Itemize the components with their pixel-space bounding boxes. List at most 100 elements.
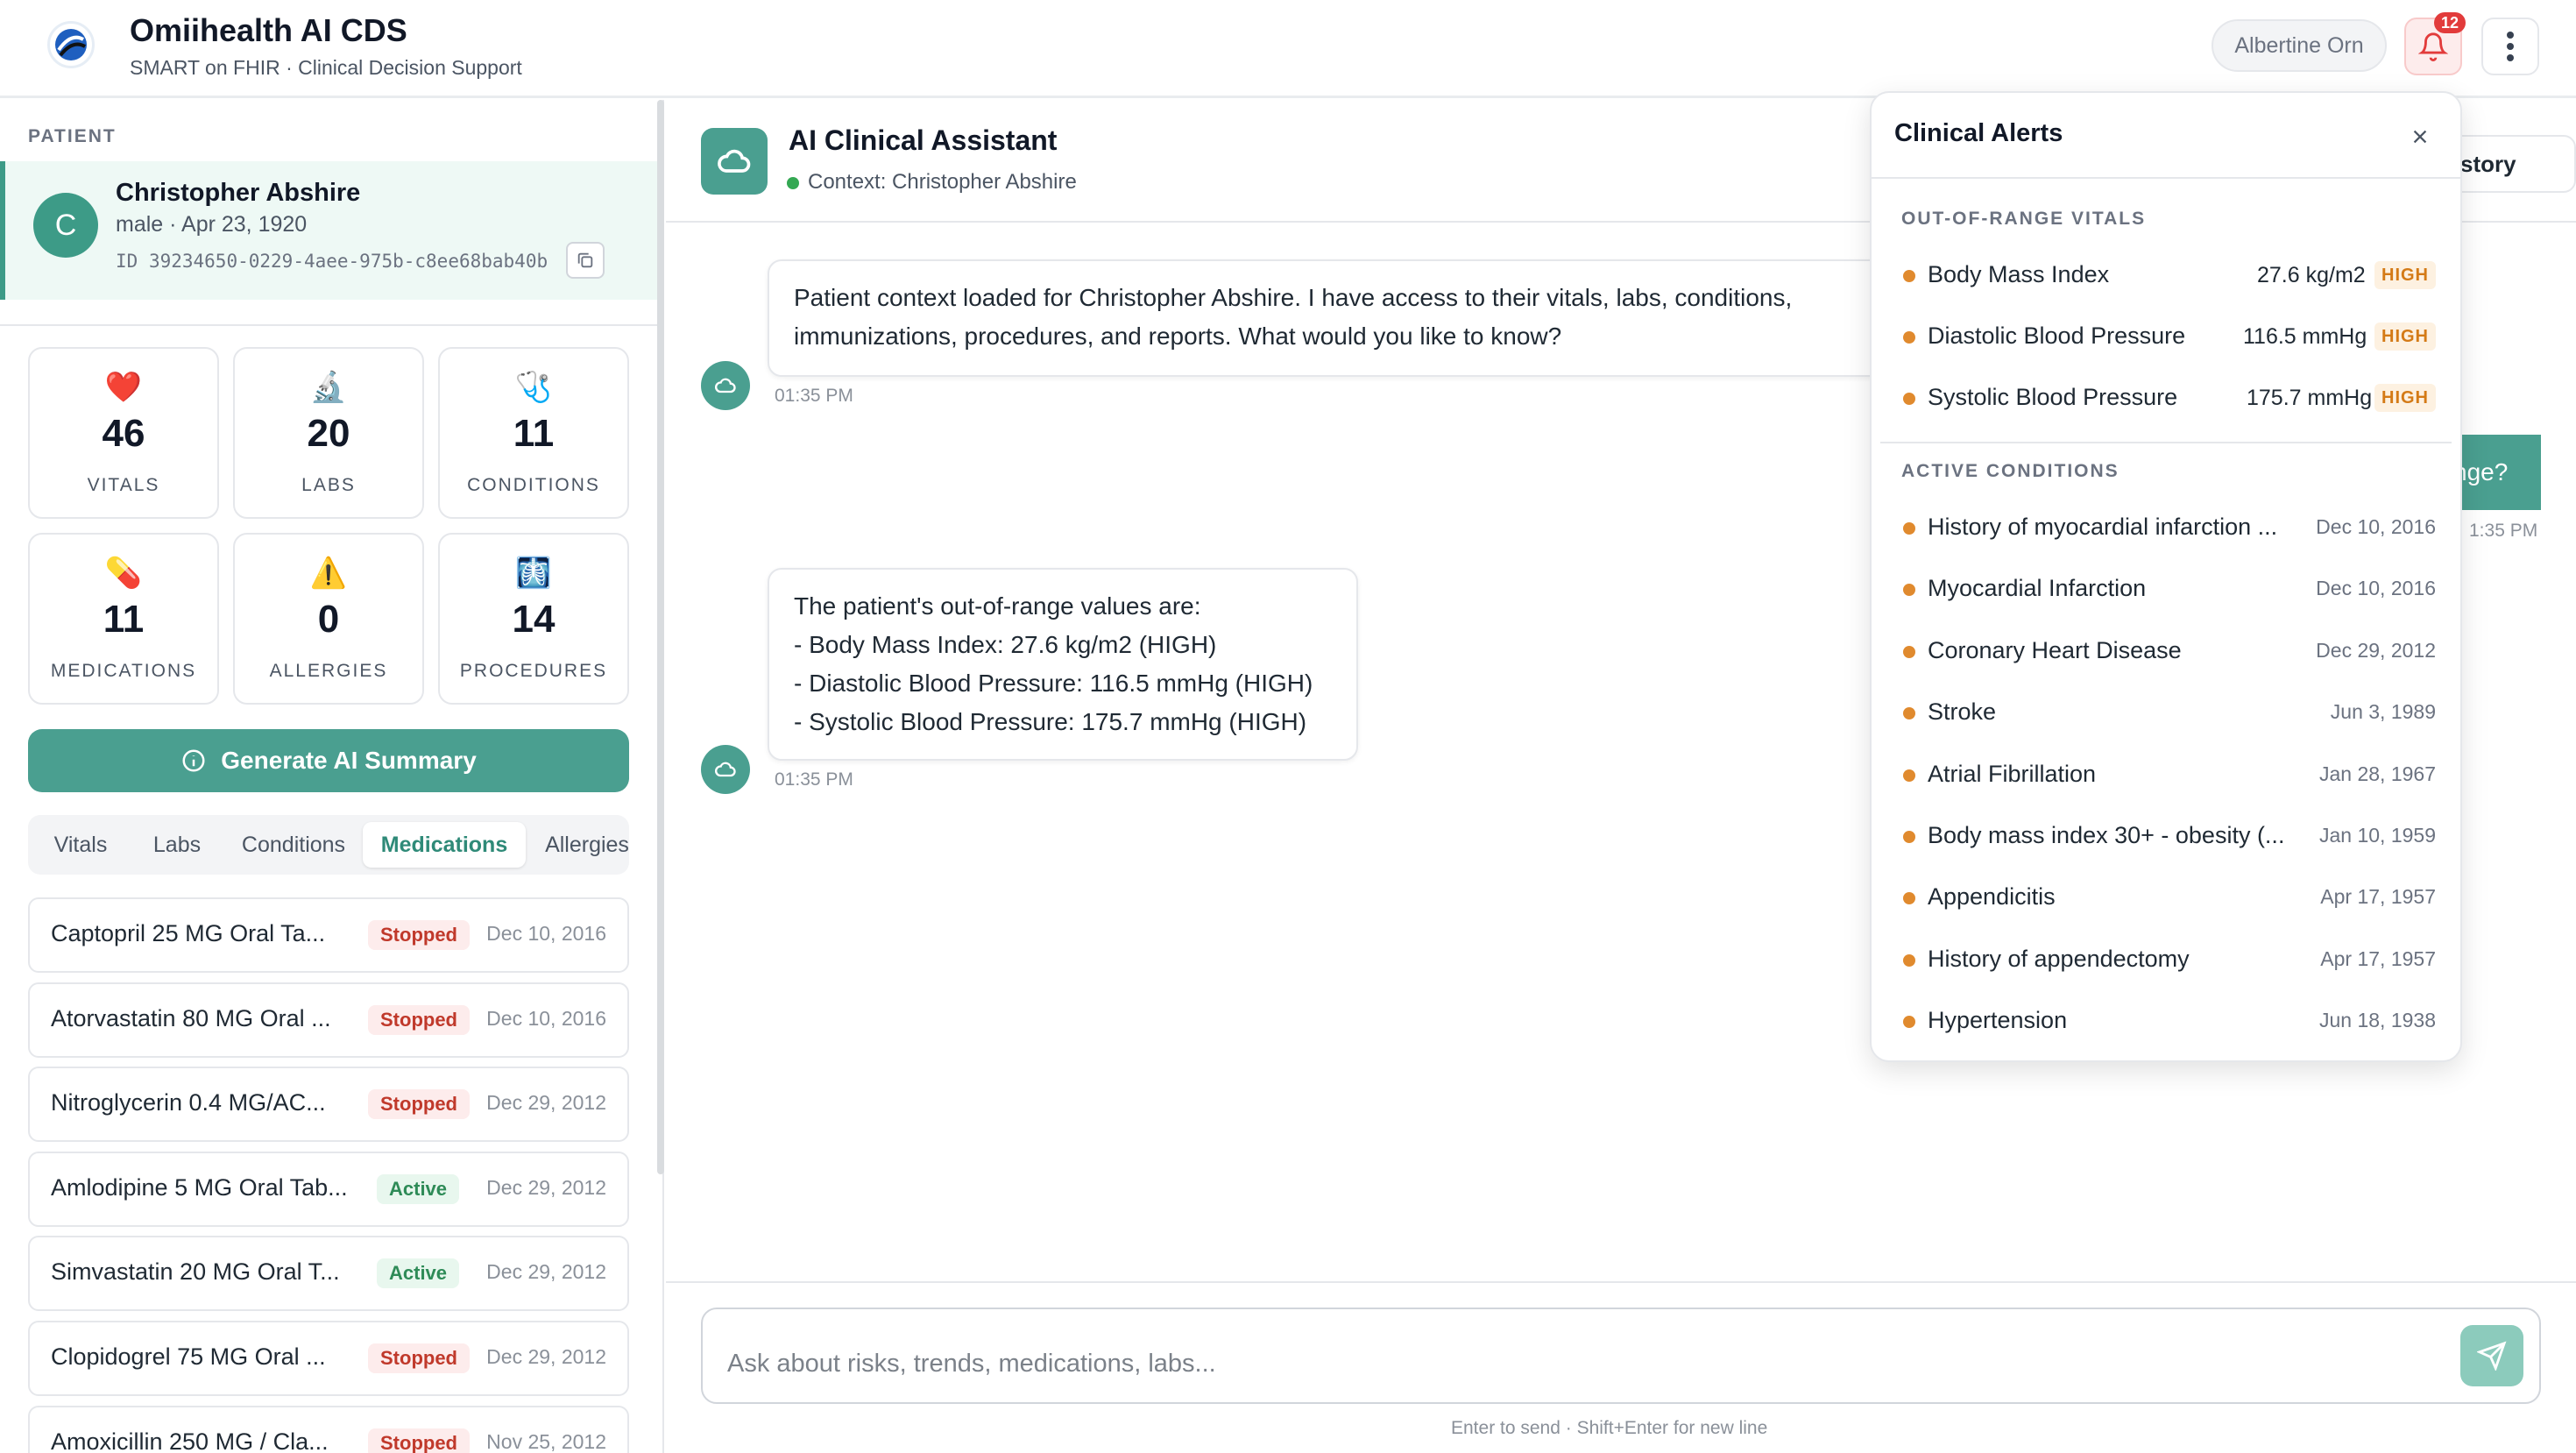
tab-allergies[interactable]: Allergies <box>534 822 629 868</box>
medication-date: Dec 29, 2012 <box>486 1260 606 1284</box>
condition-alert-row[interactable]: Body mass index 30+ - obesity (... Jan 1… <box>1898 813 2441 857</box>
stat-card-medications[interactable]: 💊 11 MEDICATIONS <box>28 533 219 705</box>
alert-dot <box>1903 1016 1915 1029</box>
condition-alert-row[interactable]: Atrial Fibrillation Jan 28, 1967 <box>1898 752 2441 796</box>
medication-status-badge: Stopped <box>368 1004 470 1035</box>
microscope-icon: 🔬 <box>309 371 348 404</box>
xray-icon: 🩻 <box>514 556 553 590</box>
medication-row[interactable]: Captopril 25 MG Oral Ta... Stopped Dec 1… <box>28 897 629 973</box>
medication-row[interactable]: Simvastatin 20 MG Oral T... Active Dec 2… <box>28 1236 629 1312</box>
medication-date: Dec 10, 2016 <box>486 922 606 945</box>
alert-dot <box>1903 707 1915 720</box>
medication-date: Dec 29, 2012 <box>486 1175 606 1199</box>
cloud-icon <box>715 762 736 777</box>
input-hint: Enter to send · Shift+Enter for new line <box>1451 1418 1768 1438</box>
medication-status-badge: Stopped <box>368 1343 470 1373</box>
vital-name: Systolic Blood Pressure <box>1928 384 2178 410</box>
medication-status-badge: Stopped <box>368 1089 470 1120</box>
user-chip[interactable]: Albertine Orn <box>2212 19 2387 72</box>
copy-icon <box>577 252 593 268</box>
stat-label: LABS <box>301 475 356 495</box>
condition-name: Coronary Heart Disease <box>1928 636 2182 663</box>
medication-date: Dec 29, 2012 <box>486 1091 606 1115</box>
heart-icon: ❤️ <box>104 371 143 404</box>
condition-alert-row[interactable]: Hypertension Jun 18, 1938 <box>1898 998 2441 1042</box>
stat-value: 14 <box>512 598 556 641</box>
assistant-message-avatar <box>701 361 750 410</box>
condition-alert-row[interactable]: Appendicitis Apr 17, 1957 <box>1898 875 2441 918</box>
stat-card-conditions[interactable]: 🩺 11 CONDITIONS <box>438 347 629 519</box>
stat-card-procedures[interactable]: 🩻 14 PROCEDURES <box>438 533 629 705</box>
chat-title: AI Clinical Assistant <box>789 124 1058 156</box>
tab-conditions[interactable]: Conditions <box>226 822 361 868</box>
medication-name: Captopril 25 MG Oral Ta... <box>51 920 326 946</box>
stat-value: 20 <box>307 412 350 455</box>
condition-alert-row[interactable]: History of appendectomy Apr 17, 1957 <box>1898 937 2441 981</box>
patient-demographics: male · Apr 23, 1920 <box>116 212 308 237</box>
user-message-timestamp: 1:35 PM <box>2469 521 2538 541</box>
sidebar-scrollbar[interactable] <box>657 100 664 1174</box>
tab-labs[interactable]: Labs <box>135 822 219 868</box>
stat-label: PROCEDURES <box>459 661 608 681</box>
message-timestamp: 01:35 PM <box>775 769 853 790</box>
medication-name: Atorvastatin 80 MG Oral ... <box>51 1004 331 1031</box>
more-menu-button[interactable] <box>2481 18 2539 75</box>
medication-row[interactable]: Clopidogrel 75 MG Oral ... Stopped Dec 2… <box>28 1321 629 1396</box>
vital-value: 27.6 kg/m2 <box>2257 263 2366 287</box>
medication-row[interactable]: Amoxicillin 250 MG / Cla... Stopped Nov … <box>28 1405 629 1453</box>
medication-name: Nitroglycerin 0.4 MG/AC... <box>51 1089 326 1116</box>
copy-id-button[interactable] <box>566 242 605 279</box>
condition-date: Dec 10, 2016 <box>2316 515 2436 538</box>
message-timestamp: 01:35 PM <box>775 386 853 406</box>
vital-alert-row[interactable]: Systolic Blood Pressure 175.7 mmHg HIGH <box>1898 375 2441 419</box>
stat-value: 11 <box>513 412 555 455</box>
alerts-divider <box>1872 177 2460 179</box>
condition-date: Apr 17, 1957 <box>2320 946 2436 970</box>
alerts-title: Clinical Alerts <box>1894 119 2063 147</box>
stat-card-vitals[interactable]: ❤️ 46 VITALS <box>28 347 219 519</box>
app-header: Omiihealth AI CDS SMART on FHIR · Clinic… <box>0 0 2576 98</box>
medication-date: Nov 25, 2012 <box>486 1429 606 1453</box>
condition-date: Jun 3, 1989 <box>2330 700 2436 724</box>
vital-alert-row[interactable]: Body Mass Index 27.6 kg/m2 HIGH <box>1898 252 2441 296</box>
stat-card-allergies[interactable]: ⚠️ 0 ALLERGIES <box>233 533 424 705</box>
condition-name: History of appendectomy <box>1928 945 2190 972</box>
medication-name: Clopidogrel 75 MG Oral ... <box>51 1343 326 1370</box>
stat-value: 46 <box>102 412 145 455</box>
stat-card-labs[interactable]: 🔬 20 LABS <box>233 347 424 519</box>
stat-label: CONDITIONS <box>467 475 600 495</box>
alert-dot <box>1903 645 1915 658</box>
medication-row[interactable]: Nitroglycerin 0.4 MG/AC... Stopped Dec 2… <box>28 1067 629 1143</box>
condition-name: Myocardial Infarction <box>1928 575 2147 602</box>
tab-vitals[interactable]: Vitals <box>35 822 126 868</box>
clinical-alerts-panel: Clinical Alerts OUT-OF-RANGE VITALS Body… <box>1870 91 2462 1062</box>
tab-medications[interactable]: Medications <box>363 822 526 868</box>
assistant-message: Patient context loaded for Christopher A… <box>768 259 1907 377</box>
send-button[interactable] <box>2460 1325 2523 1386</box>
condition-name: Hypertension <box>1928 1007 2068 1034</box>
condition-alert-row[interactable]: Myocardial Infarction Dec 10, 2016 <box>1898 566 2441 610</box>
condition-alert-row[interactable]: Stroke Jun 3, 1989 <box>1898 690 2441 734</box>
generate-ai-summary-button[interactable]: Generate AI Summary <box>28 729 629 792</box>
alert-dot <box>1903 769 1915 782</box>
send-icon <box>2477 1341 2507 1371</box>
patient-id-label: ID <box>116 251 138 272</box>
patient-card: C Christopher Abshire male · Apr 23, 192… <box>0 161 657 300</box>
medication-row[interactable]: Amlodipine 5 MG Oral Tab... Active Dec 2… <box>28 1151 629 1227</box>
medication-status-badge: Active <box>377 1258 460 1289</box>
close-icon <box>2413 130 2427 144</box>
condition-alert-row[interactable]: History of myocardial infarction ... Dec… <box>1898 505 2441 549</box>
medication-row[interactable]: Atorvastatin 80 MG Oral ... Stopped Dec … <box>28 982 629 1058</box>
vital-value: 116.5 mmHg <box>2243 324 2367 349</box>
condition-alert-row[interactable]: Coronary Heart Disease Dec 29, 2012 <box>1898 628 2441 672</box>
patient-section-label: PATIENT <box>28 126 117 146</box>
condition-date: Jun 18, 1938 <box>2318 1009 2436 1032</box>
vital-alert-row[interactable]: Diastolic Blood Pressure 116.5 mmHg HIGH <box>1898 314 2441 358</box>
patient-id-value: 39234650-0229-4aee-975b-c8ee68bab40b <box>148 251 548 272</box>
alert-dot <box>1903 270 1915 282</box>
close-alerts-button[interactable] <box>2403 119 2438 154</box>
assistant-message: The patient's out-of-range values are: -… <box>768 568 1358 761</box>
vital-name: Diastolic Blood Pressure <box>1928 322 2186 349</box>
more-vertical-icon <box>2507 32 2514 61</box>
app-logo-icon <box>47 21 95 68</box>
